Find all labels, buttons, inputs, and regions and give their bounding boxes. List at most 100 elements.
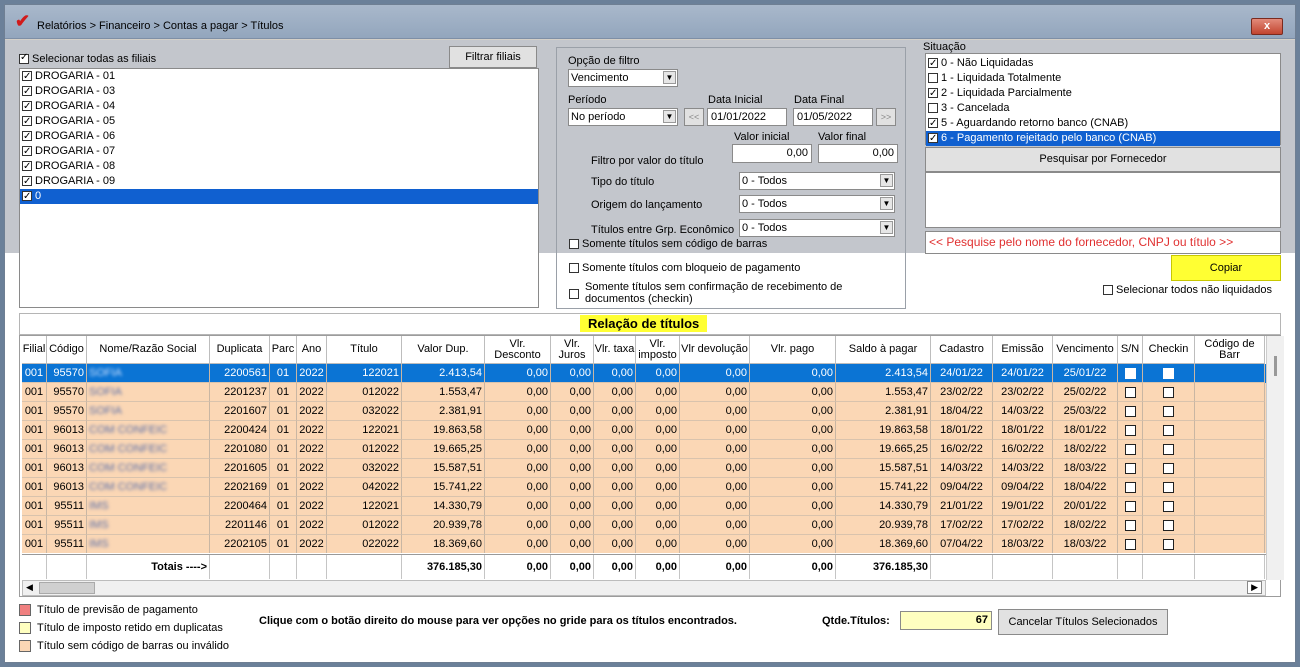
column-header[interactable]: Código — [47, 336, 87, 364]
checkbox[interactable] — [1163, 519, 1174, 531]
checkbox[interactable] — [1124, 424, 1136, 436]
sn-cell[interactable] — [1118, 535, 1143, 553]
column-header[interactable]: Vlr. Desconto — [485, 336, 551, 364]
filter-option-select[interactable]: Vencimento ▼ — [568, 69, 678, 87]
sn-cell[interactable] — [1118, 402, 1143, 421]
check-barcode[interactable]: Somente títulos sem código de barras — [569, 238, 767, 250]
column-header[interactable]: Ano — [297, 336, 327, 364]
titles-grid[interactable]: 001 95570 SOFIA 2200561 01 2022 122021 2.413,54… — [22, 364, 1266, 553]
checkbox[interactable] — [22, 84, 32, 99]
checkbox[interactable] — [1124, 519, 1136, 531]
column-header[interactable]: Cadastro — [931, 336, 993, 364]
copy-button[interactable]: Copiar — [1171, 255, 1281, 281]
table-row[interactable]: 001 95570 SOFIA 2200561 01 2022 122021 2.413,54… — [22, 364, 1266, 383]
checkin-cell[interactable] — [1143, 478, 1195, 497]
filial-item[interactable]: 0 — [20, 189, 538, 204]
checkbox[interactable] — [1163, 481, 1174, 493]
situacao-item[interactable]: 2 - Liquidada Parcialmente — [926, 86, 1280, 101]
checkbox[interactable] — [1163, 367, 1174, 379]
hscroll-thumb[interactable] — [39, 582, 95, 594]
situacao-item[interactable]: 6 - Pagamento rejeitado pelo banco (CNAB… — [926, 131, 1280, 146]
column-header[interactable]: Nome/Razão Social — [87, 336, 210, 364]
checkbox[interactable] — [22, 144, 32, 159]
checkbox[interactable] — [22, 129, 32, 144]
column-header[interactable]: Checkin — [1143, 336, 1195, 364]
sn-cell[interactable] — [1118, 364, 1143, 383]
grupo-select[interactable]: 0 - Todos ▼ — [739, 219, 895, 237]
checkbox[interactable] — [1124, 443, 1136, 455]
checkbox[interactable] — [22, 189, 32, 204]
column-header[interactable]: Vlr. pago — [750, 336, 836, 364]
checkbox[interactable] — [928, 56, 938, 71]
checkbox[interactable] — [1163, 443, 1174, 455]
cancel-selected-button[interactable]: Cancelar Títulos Selecionados — [998, 609, 1168, 635]
column-header[interactable]: Valor Dup. — [402, 336, 485, 364]
filial-item[interactable]: DROGARIA - 09 — [20, 174, 538, 189]
filial-item[interactable]: DROGARIA - 07 — [20, 144, 538, 159]
checkbox[interactable] — [928, 116, 938, 131]
filter-filiais-button[interactable]: Filtrar filiais — [449, 46, 537, 68]
table-row[interactable]: 001 96013 COM CONFEIC 2200424 01 2022 122021 19… — [22, 421, 1266, 440]
checkbox[interactable] — [1124, 500, 1136, 512]
column-header[interactable]: Emissão — [993, 336, 1053, 364]
situacao-item[interactable]: 3 - Cancelada — [926, 101, 1280, 116]
checkin-cell[interactable] — [1143, 383, 1195, 402]
checkbox[interactable] — [928, 73, 938, 84]
checkbox[interactable] — [1124, 367, 1136, 379]
scroll-thumb[interactable] — [1274, 356, 1277, 376]
column-header[interactable]: Vencimento — [1053, 336, 1118, 364]
period-select[interactable]: No período ▼ — [568, 108, 678, 126]
column-header[interactable]: Filial — [22, 336, 47, 364]
checkbox[interactable] — [22, 69, 32, 84]
filial-item[interactable]: DROGARIA - 05 — [20, 114, 538, 129]
column-header[interactable]: Saldo à pagar — [836, 336, 931, 364]
date-start-input[interactable]: 01/01/2022 — [707, 108, 787, 126]
scroll-right-icon[interactable]: ▶ — [1247, 581, 1262, 594]
situacao-list[interactable]: 0 - Não Liquidadas 1 - Liquidada Totalmen… — [925, 53, 1281, 146]
sn-cell[interactable] — [1118, 459, 1143, 478]
checkbox[interactable] — [22, 99, 32, 114]
checkbox[interactable] — [1163, 500, 1174, 512]
column-header[interactable]: Vlr. Juros — [551, 336, 594, 364]
checkbox[interactable] — [22, 159, 32, 174]
sn-cell[interactable] — [1118, 497, 1143, 516]
checkbox[interactable] — [1163, 424, 1174, 436]
column-header[interactable]: Código de Barr — [1195, 336, 1265, 364]
next-period-button[interactable]: >> — [876, 108, 896, 126]
checkbox[interactable] — [1163, 462, 1174, 474]
table-row[interactable]: 001 95511 IMS 2202105 01 2022 022022 18.369,60 0… — [22, 535, 1266, 553]
checkbox[interactable] — [22, 174, 32, 189]
check-block[interactable]: Somente títulos com bloqueio de pagament… — [569, 262, 800, 274]
checkin-cell[interactable] — [1143, 440, 1195, 459]
table-row[interactable]: 001 96013 COM CONFEIC 2201080 01 2022 012022 19… — [22, 440, 1266, 459]
checkbox[interactable] — [1163, 386, 1174, 398]
checkbox[interactable] — [928, 86, 938, 101]
checkbox[interactable] — [1124, 538, 1136, 550]
checkin-cell[interactable] — [1143, 516, 1195, 535]
filial-item[interactable]: DROGARIA - 08 — [20, 159, 538, 174]
checkin-cell[interactable] — [1143, 402, 1195, 421]
sn-cell[interactable] — [1118, 383, 1143, 402]
situacao-item[interactable]: 5 - Aguardando retorno banco (CNAB) — [926, 116, 1280, 131]
checkbox[interactable] — [1124, 481, 1136, 493]
checkbox[interactable] — [569, 239, 579, 250]
close-button[interactable]: x — [1251, 18, 1283, 35]
column-header[interactable]: S/N — [1118, 336, 1143, 364]
sn-cell[interactable] — [1118, 440, 1143, 459]
prev-period-button[interactable]: << — [684, 108, 704, 126]
horizontal-scrollbar[interactable]: ◀ ▶ — [22, 580, 1266, 596]
checkin-cell[interactable] — [1143, 535, 1195, 553]
table-row[interactable]: 001 95570 SOFIA 2201607 01 2022 032022 2.381,91… — [22, 402, 1266, 421]
filial-item[interactable]: DROGARIA - 01 — [20, 69, 538, 84]
checkin-cell[interactable] — [1143, 364, 1195, 383]
checkin-cell[interactable] — [1143, 421, 1195, 440]
table-row[interactable]: 001 95570 SOFIA 2201237 01 2022 012022 1.553,47… — [22, 383, 1266, 402]
check-confirm[interactable]: Somente títulos sem confirmação de receb… — [569, 281, 904, 305]
sn-cell[interactable] — [1118, 421, 1143, 440]
filial-item[interactable]: DROGARIA - 06 — [20, 129, 538, 144]
filial-item[interactable]: DROGARIA - 03 — [20, 84, 538, 99]
checkin-cell[interactable] — [1143, 459, 1195, 478]
select-unpaid[interactable]: Selecionar todos não liquidados — [1103, 284, 1272, 296]
vertical-scrollbar[interactable] — [1266, 336, 1284, 580]
scroll-left-icon[interactable]: ◀ — [26, 582, 33, 593]
